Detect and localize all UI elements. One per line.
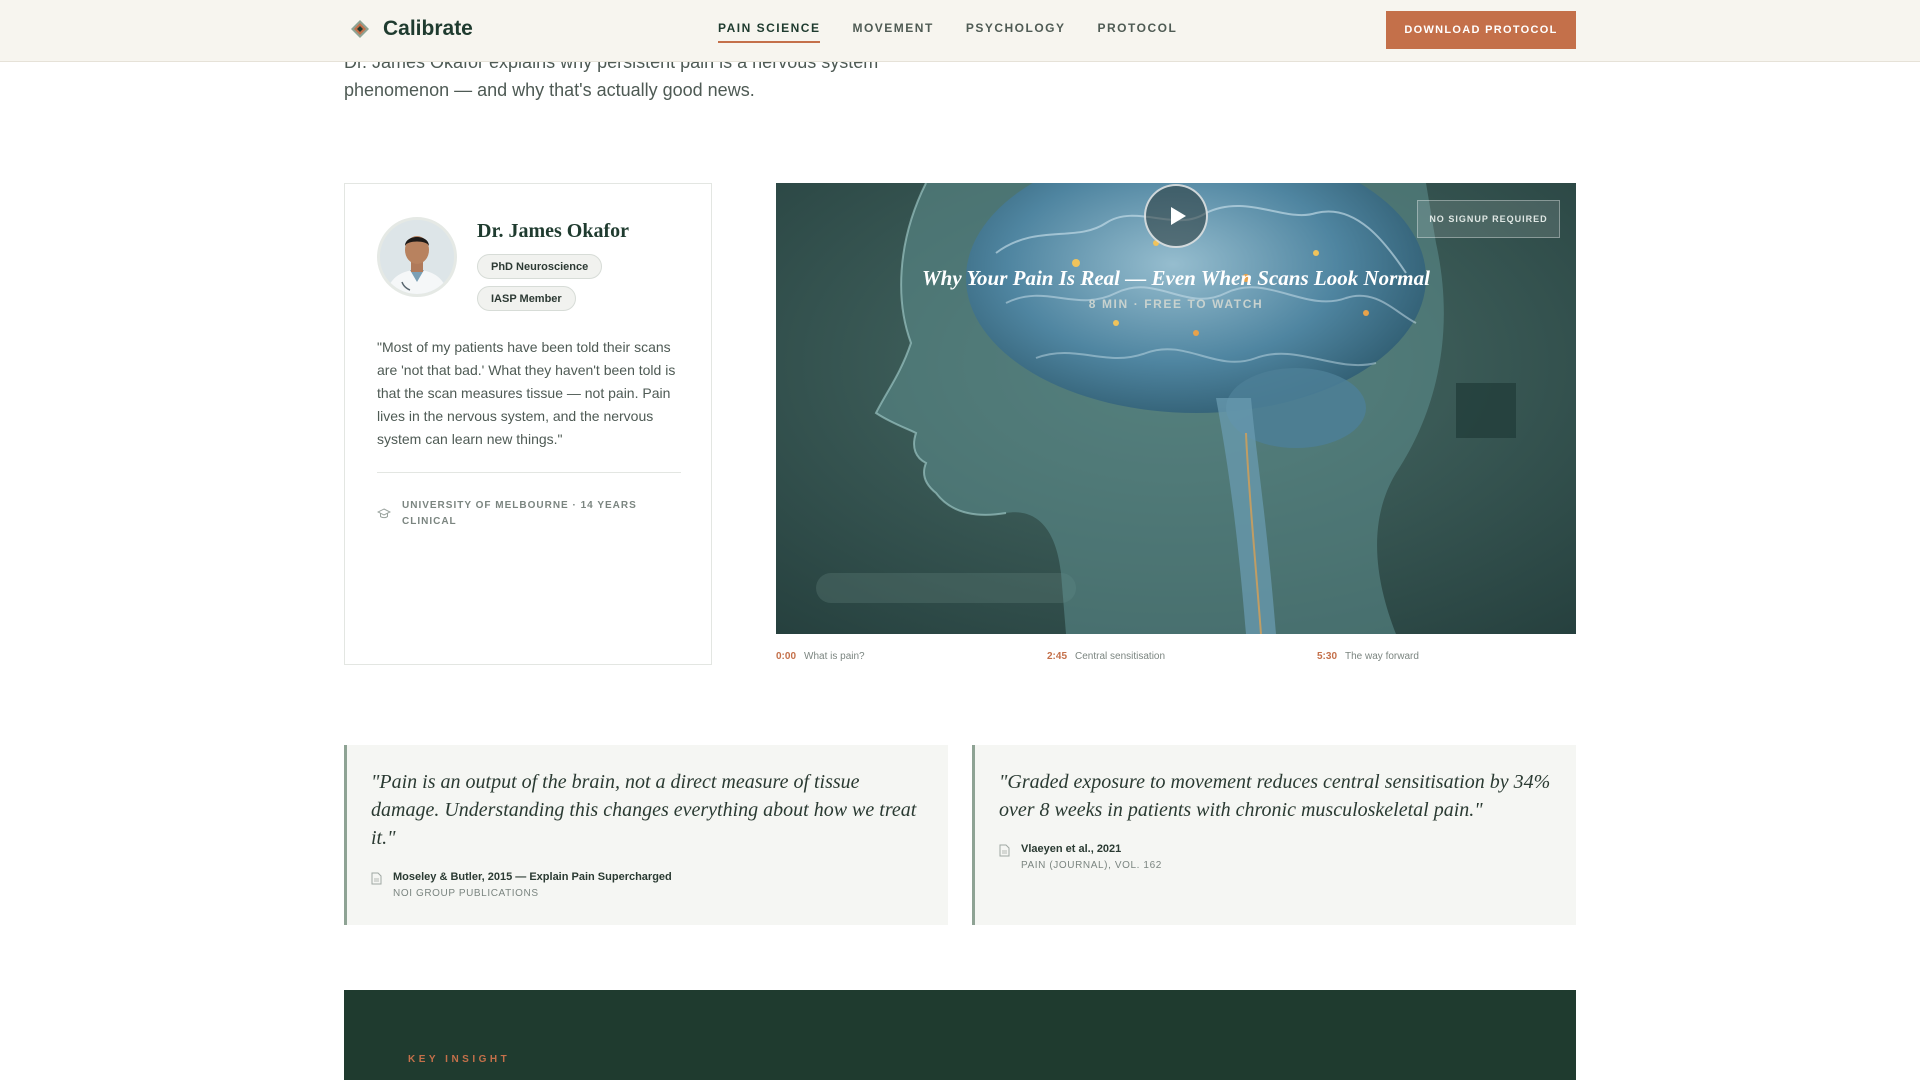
key-insight-section: KEY INSIGHT <box>344 990 1576 1080</box>
badge-iasp: IASP Member <box>477 286 576 311</box>
chapter-label: Central sensitisation <box>1075 651 1166 662</box>
video-meta: 8 MIN · FREE TO WATCH <box>1088 297 1264 311</box>
doctor-avatar <box>377 217 457 297</box>
no-signup-badge: NO SIGNUP REQUIRED <box>1417 200 1560 238</box>
play-button[interactable] <box>1144 184 1208 248</box>
download-protocol-button[interactable]: DOWNLOAD PROTOCOL <box>1386 11 1576 49</box>
document-icon <box>999 844 1010 857</box>
nav-protocol[interactable]: PROTOCOL <box>1098 21 1178 43</box>
video-player[interactable]: Why Your Pain Is Real — Even When Scans … <box>776 183 1576 634</box>
calibrate-logo-icon <box>349 18 371 40</box>
citation-source: Vlaeyen et al., 2021 <box>1021 843 1122 855</box>
video-title: Why Your Pain Is Real — Even When Scans … <box>922 266 1430 290</box>
key-insight-label: KEY INSIGHT <box>408 1054 511 1065</box>
chapter-time: 5:30 <box>1317 651 1338 662</box>
chapter-label: What is pain? <box>804 651 865 662</box>
brand-logo[interactable]: Calibrate <box>349 17 473 41</box>
citation-source: Moseley & Butler, 2015 — Explain Pain Su… <box>393 871 672 883</box>
doctor-quote: "Most of my patients have been told thei… <box>377 339 676 447</box>
graduation-cap-icon <box>376 507 392 519</box>
doctor-name: Dr. James Okafor <box>477 220 630 242</box>
brain-thumbnail-image <box>776 183 1576 634</box>
doctor-credential: UNIVERSITY OF MELBOURNE · 14 YEARS CLINI… <box>402 500 637 527</box>
citation-card: "Pain is an output of the brain, not a d… <box>344 745 948 925</box>
document-icon <box>371 872 382 885</box>
chapter-item[interactable]: 2:45 Central sensitisation <box>1047 651 1165 662</box>
chapter-item[interactable]: 5:30 The way forward <box>1317 651 1419 662</box>
doctor-card: Dr. James Okafor PhD Neuroscience IASP M… <box>344 183 712 665</box>
main-nav: PAIN SCIENCE MOVEMENT PSYCHOLOGY PROTOCO… <box>718 21 1177 43</box>
chapter-label: The way forward <box>1345 651 1419 662</box>
chapter-time: 0:00 <box>776 651 797 662</box>
play-icon <box>1170 207 1186 225</box>
site-header: Calibrate PAIN SCIENCE MOVEMENT PSYCHOLO… <box>0 0 1920 62</box>
chapter-time: 2:45 <box>1047 651 1068 662</box>
citation-quote: "Pain is an output of the brain, not a d… <box>371 771 917 849</box>
brand-name: Calibrate <box>383 17 473 40</box>
nav-movement[interactable]: MOVEMENT <box>852 21 933 43</box>
citation-quote: "Graded exposure to movement reduces cen… <box>999 771 1551 821</box>
badge-phd: PhD Neuroscience <box>477 254 603 279</box>
chapter-item[interactable]: 0:00 What is pain? <box>776 651 865 662</box>
nav-pain-science[interactable]: PAIN SCIENCE <box>718 21 821 43</box>
divider <box>377 472 681 473</box>
citation-publisher: NOI GROUP PUBLICATIONS <box>393 888 539 899</box>
citation-card: "Graded exposure to movement reduces cen… <box>972 745 1576 925</box>
nav-psychology[interactable]: PSYCHOLOGY <box>966 21 1066 43</box>
citation-publisher: PAIN (JOURNAL), VOL. 162 <box>1021 860 1162 871</box>
